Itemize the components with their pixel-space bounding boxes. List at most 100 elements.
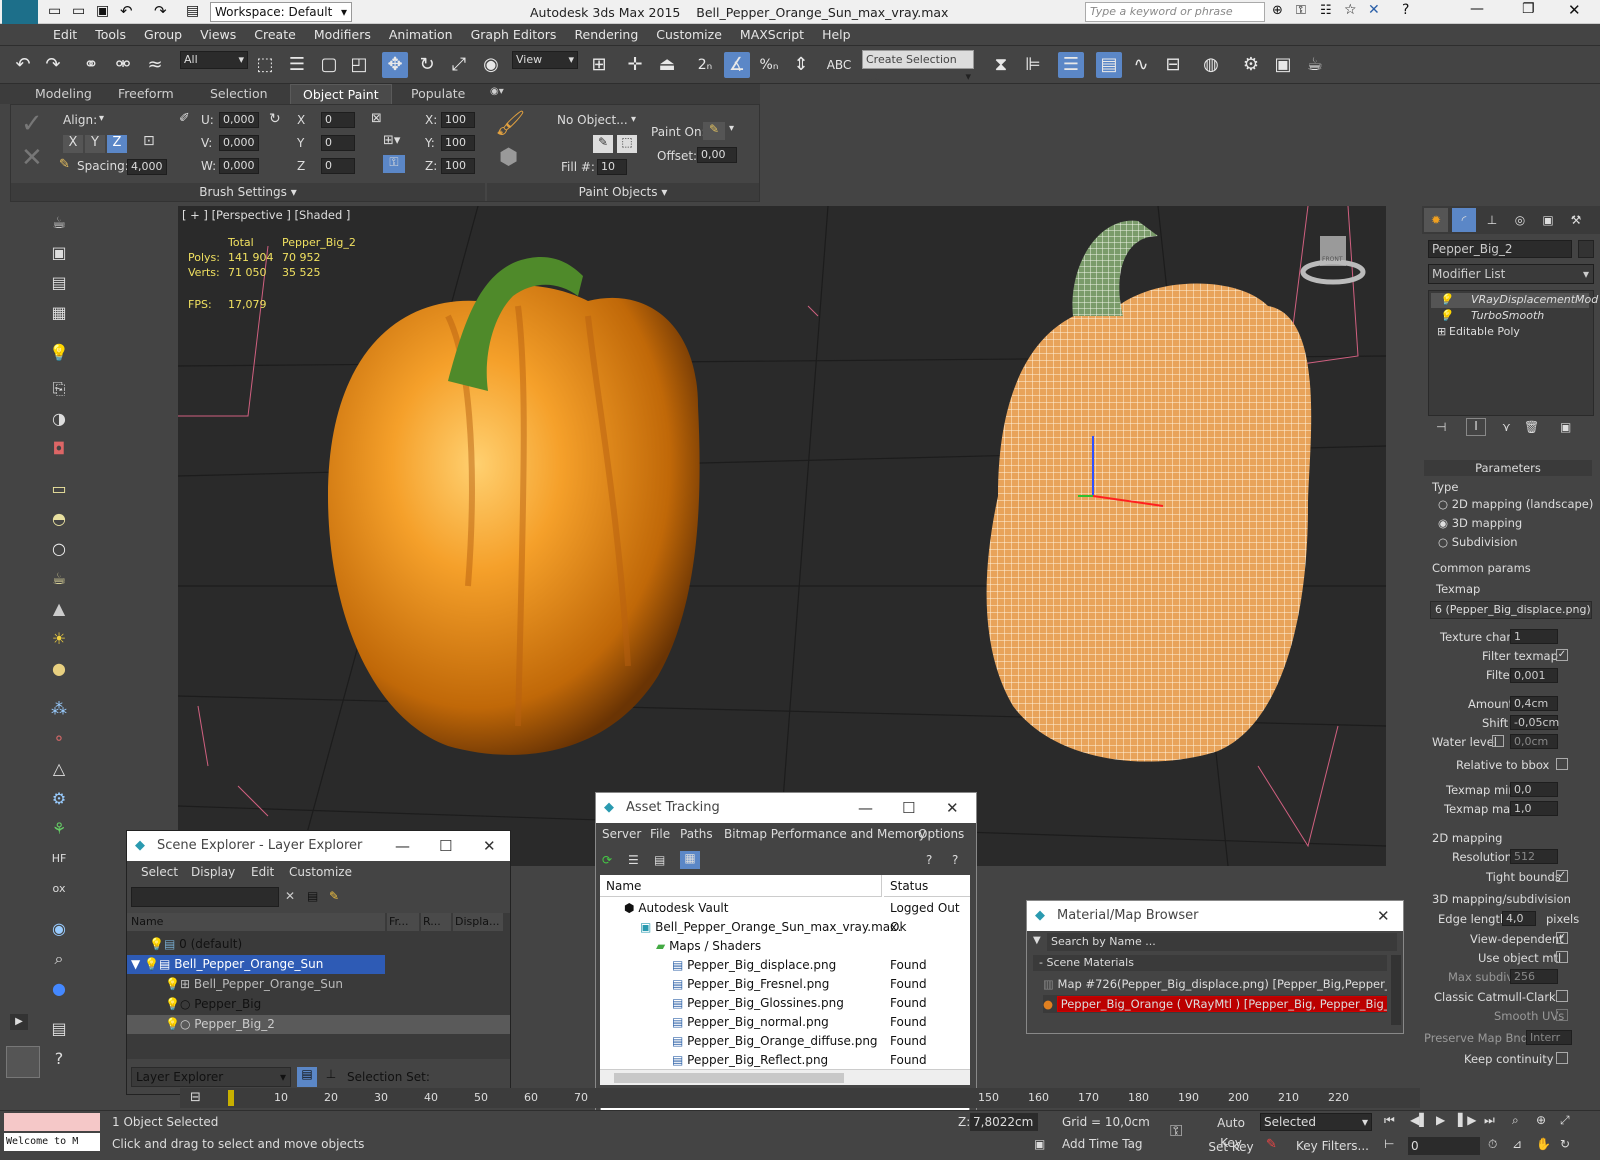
light-bulb-icon[interactable]: 💡 <box>144 957 159 971</box>
pick-icon[interactable]: ✐ <box>179 111 190 126</box>
teapot-icon[interactable]: ☕ <box>46 210 72 236</box>
material-item-displace-map[interactable]: ▥ Map #726(Pepper_Big_displace.png) [Pep… <box>1043 975 1387 993</box>
tab-modeling[interactable]: Modeling <box>35 86 92 101</box>
rotate-icon[interactable]: ↻ <box>414 52 440 78</box>
asset-tracking-titlebar[interactable]: ◆ Asset Tracking — ☐ ✕ <box>596 793 976 823</box>
relative-bbox-checkbox[interactable] <box>1556 758 1568 770</box>
texmap-min-field[interactable]: 0,0 <box>1510 782 1558 797</box>
pan-icon[interactable]: ✋ <box>1536 1137 1551 1151</box>
grid-icon[interactable]: ▦ <box>46 300 72 326</box>
camera-icon[interactable]: ⎘ <box>46 376 72 402</box>
asset-row-vault[interactable]: ⬢ Autodesk Vault Logged Out ... <box>600 899 970 934</box>
align-y-button[interactable]: Y <box>85 135 105 153</box>
light-bulb-icon[interactable]: 💡 <box>1439 309 1453 322</box>
asset-row-max-file[interactable]: ▣ Bell_Pepper_Orange_Sun_max_vray.max Ok <box>600 918 970 937</box>
keyboard-shortcut-icon[interactable]: ⏏ <box>654 52 680 78</box>
undo-icon[interactable]: ↶ <box>10 52 36 78</box>
set-key-button[interactable]: Set Key <box>1206 1137 1256 1157</box>
u-field[interactable]: 0,000 <box>219 112 259 128</box>
sphere-icon[interactable]: ○ <box>46 536 72 562</box>
maxscript-listener-pink[interactable] <box>4 1113 100 1131</box>
parameters-rollout[interactable]: Parameters <box>1424 460 1592 476</box>
scene-search-input[interactable] <box>131 887 279 907</box>
menu-options[interactable]: Options <box>918 827 964 841</box>
object-row-pepper-big[interactable]: 💡○ Pepper_Big <box>127 995 510 1014</box>
plane-icon[interactable]: ▭ <box>46 476 72 502</box>
light-bulb-icon[interactable]: 💡 <box>46 340 72 366</box>
minimize-button[interactable]: — <box>395 831 410 861</box>
help-circle-icon[interactable]: ? <box>46 1046 72 1072</box>
edit-named-selection-icon[interactable]: ABC <box>826 52 852 78</box>
scene-materials-header[interactable]: - Scene Materials <box>1033 955 1387 971</box>
disc-icon[interactable]: ● <box>46 656 72 682</box>
z-offset-field[interactable]: 0 <box>321 158 355 174</box>
orbit-icon[interactable]: ↻ <box>1560 1137 1570 1151</box>
rectangular-selection-icon[interactable]: ▢ <box>316 52 342 78</box>
browser-options-icon[interactable]: ▼ <box>1033 935 1041 946</box>
align-icon[interactable]: ⊫ <box>1020 52 1046 78</box>
menu-tools[interactable]: Tools <box>86 24 135 45</box>
light-bulb-icon[interactable]: 💡 <box>165 1017 180 1031</box>
viewport-label[interactable]: [ + ] [Perspective ] [Shaded ] <box>178 206 354 224</box>
view-dependent-checkbox[interactable]: ✓ <box>1556 932 1568 944</box>
lock-scale-icon[interactable]: ⚿ <box>383 155 405 173</box>
modifier-item-editable-poly[interactable]: ⊞ Editable Poly <box>1431 325 1589 340</box>
menu-modifiers[interactable]: Modifiers <box>305 24 380 45</box>
filter-icon[interactable]: ▤ <box>307 889 318 903</box>
workspace-dropdown[interactable]: Workspace: Default ▾ <box>210 2 352 22</box>
radio-3d-mapping[interactable]: ◉ 3D mapping <box>1438 516 1522 530</box>
display-tab-icon[interactable]: ▣ <box>1536 208 1560 232</box>
paint-on-icon[interactable]: ✎ <box>703 122 725 140</box>
scene-explorer-icon[interactable]: ▤ <box>1096 52 1122 78</box>
shadow-icon[interactable]: ◑ <box>46 406 72 432</box>
add-time-tag-button[interactable]: Add Time Tag <box>1062 1137 1143 1151</box>
modifier-item-vraydisplacement[interactable]: 💡 VRayDisplacementMod <box>1431 293 1598 308</box>
material-browser-titlebar[interactable]: ◆ Material/Map Browser ✕ <box>1027 901 1403 931</box>
search-scene-icon[interactable]: ⌕ <box>46 946 72 972</box>
scale-y-field[interactable]: 100 <box>441 135 475 151</box>
modify-tab-icon[interactable]: ◜ <box>1452 208 1476 232</box>
expand-icon[interactable]: ▼ <box>131 957 140 971</box>
col-status-header[interactable]: Status <box>884 875 970 897</box>
horizontal-scrollbar[interactable] <box>600 1069 970 1085</box>
align-normal-icon[interactable]: ⊡ <box>143 133 155 149</box>
asset-row-normal[interactable]: ▤ Pepper_Big_normal.png Found <box>600 1013 970 1032</box>
light-bulb-icon[interactable]: 💡 <box>165 997 180 1011</box>
scene-explorer-titlebar[interactable]: ◆ Scene Explorer - Layer Explorer — ☐ ✕ <box>127 831 510 861</box>
rendered-frame-icon[interactable]: ▣ <box>1270 52 1296 78</box>
paint-objects-icon[interactable]: ⬢ <box>499 145 518 170</box>
calculator-icon[interactable]: ▤ <box>46 270 72 296</box>
maxscript-listener-input[interactable]: Welcome to M <box>4 1133 100 1151</box>
asset-row-glossines[interactable]: ▤ Pepper_Big_Glossines.png Found <box>600 994 970 1013</box>
next-frame-icon[interactable]: ▌▶ <box>1458 1113 1476 1127</box>
max-subdivs-field[interactable]: 256 <box>1510 969 1558 984</box>
paint-brush-icon[interactable]: 🖌 <box>495 109 525 137</box>
help-icon[interactable]: ? <box>926 853 932 867</box>
reference-coordinate-dropdown[interactable]: View ▾ <box>512 51 578 69</box>
menu-edit[interactable]: Edit <box>251 865 274 879</box>
catmull-clark-checkbox[interactable] <box>1556 990 1568 1002</box>
spinner-snap-icon[interactable]: ⇕ <box>788 52 814 78</box>
col-render-header[interactable]: R... <box>421 913 451 931</box>
close-button[interactable]: ✕ <box>1568 1 1581 19</box>
paint-objects-section[interactable]: Paint Objects ▾ <box>487 183 759 201</box>
scale-icon[interactable]: ⤢ <box>446 52 472 78</box>
scale-z-field[interactable]: 100 <box>441 158 475 174</box>
auto-key-button[interactable]: Auto Key <box>1206 1113 1256 1150</box>
named-selection-sets-dropdown[interactable]: Create Selection Se ▾ <box>862 50 974 83</box>
menu-views[interactable]: Views <box>191 24 245 45</box>
layer-explorer-icon[interactable]: ☰ <box>1058 52 1084 78</box>
col-name-header[interactable]: Name <box>127 913 385 931</box>
help-icon[interactable]: ? <box>1402 2 1409 18</box>
particles-icon[interactable]: ⁂ <box>46 696 72 722</box>
minimize-button[interactable]: — <box>858 793 873 823</box>
isolate-icon[interactable]: ▣ <box>1034 1137 1045 1151</box>
rotate-icon[interactable]: ↻ <box>269 111 281 127</box>
menu-bitmap-performance[interactable]: Bitmap Performance and Memory <box>724 827 926 841</box>
current-frame-field[interactable]: 0 <box>1408 1137 1480 1155</box>
render-setup-icon[interactable]: ⚙ <box>1238 52 1264 78</box>
pin-stack-icon[interactable]: ⊣ <box>1436 420 1446 434</box>
refresh-icon[interactable]: ⟳ <box>602 853 612 867</box>
maximize-button[interactable]: ☐ <box>439 831 452 861</box>
redo-icon[interactable]: ↷ <box>40 52 66 78</box>
